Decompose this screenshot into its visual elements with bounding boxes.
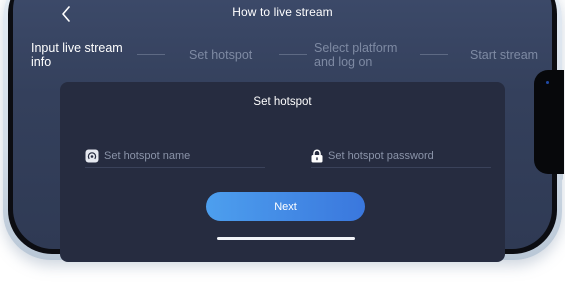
step-connector [279,54,307,55]
step-label-line1: Select platform [314,41,398,55]
step-connector [420,54,448,55]
step-start-stream: Start stream [470,48,538,62]
card-title: Set hotspot [253,96,312,108]
next-button[interactable]: Next [206,192,365,221]
camera-notch [534,70,564,174]
step-label-line2: and log on [314,55,373,69]
step-label-line1: Input live stream [31,41,123,55]
step-label-line2: info [31,55,52,69]
step-connector [137,54,165,55]
hotspot-name-input[interactable] [104,150,264,162]
hotspot-icon [85,149,99,163]
hotspot-password-input[interactable] [328,150,488,162]
hotspot-password-field [311,146,488,166]
page-title: How to live stream [232,5,333,19]
home-indicator [217,237,355,240]
camera-lens [546,81,549,84]
set-hotspot-card: Set hotspot [60,82,505,262]
step-input-live-stream-info: Input live stream info [31,41,123,69]
lock-icon [311,149,323,163]
hotspot-name-field [85,146,264,166]
step-label-line1: Start stream [470,48,539,62]
hotspot-name-underline [85,167,265,168]
step-set-hotspot: Set hotspot [189,48,252,62]
step-label-line1: Set hotspot [189,48,253,62]
step-select-platform: Select platform and log on [314,41,397,69]
hotspot-password-underline [311,167,491,168]
